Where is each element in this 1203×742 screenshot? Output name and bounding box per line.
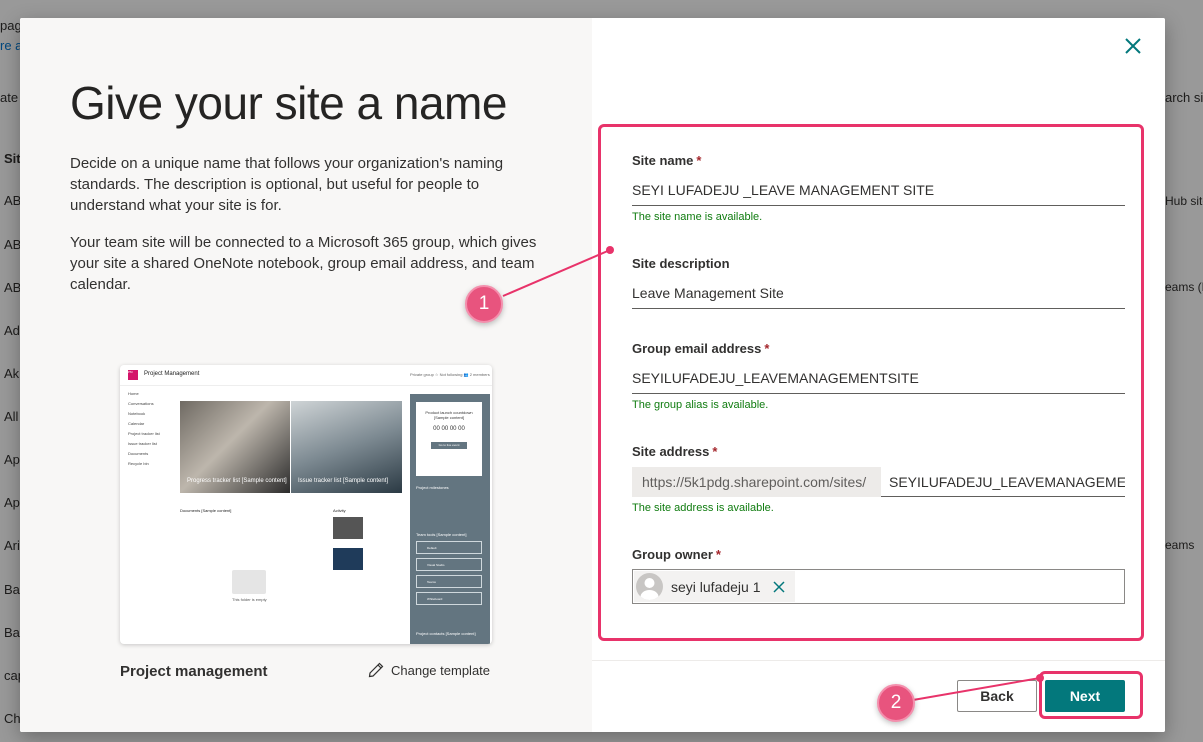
description-paragraph: Decide on a unique name that follows you… [70,155,504,214]
preview-team-tools: Team tools [Sample content] [416,532,467,537]
preview-nav-item: Project tracker list [128,431,160,436]
preview-hero-image-2: Issue tracker list [Sample content] [291,401,402,493]
preview-tool-item: Teams [416,575,482,588]
preview-countdown-button: Go to live event [431,442,467,449]
preview-countdown-digits: 00 00 00 00 [433,426,465,432]
preview-header-meta: Private group ☆ Not following 👥 2 member… [410,372,490,377]
template-name: Project management [120,663,268,680]
annotation-marker-1: 1 [465,285,503,323]
preview-sidebar: Product launch countdown [Sample content… [410,394,490,644]
dialog-left-panel: Give your site a name Decide on a unique… [20,18,592,732]
preview-logo: PM [128,370,138,380]
preview-nav: Home Conversations Notebook Calendar Pro… [128,389,160,469]
preview-contacts: Project contacts [Sample content] [416,631,476,636]
preview-nav-item: Documents [128,451,149,456]
preview-countdown-title: Product launch countdown [Sample content… [425,410,473,420]
preview-milestones: Project milestones [416,485,449,490]
footer-divider [592,660,1165,661]
preview-documents: Documents [Sample content] [180,508,232,513]
preview-empty-folder-text: This folder is empty [232,597,267,602]
preview-hero-image-1: Progress tracker list [Sample content] [180,401,290,493]
back-button[interactable]: Back [957,680,1037,712]
preview-empty-folder-icon [232,570,266,594]
change-template-button[interactable]: Change template [367,661,490,679]
preview-nav-item: Home [128,391,139,396]
dialog-title: Give your site a name [70,77,507,129]
preview-countdown-card: Product launch countdown [Sample content… [416,402,482,476]
template-preview: PM Project Management Private group ☆ No… [120,365,492,644]
preview-nav-item: Notebook [128,411,146,416]
preview-activity-thumb [333,517,363,539]
preview-nav-item: Recycle bin [128,461,149,466]
preview-activity-thumb [333,548,363,570]
preview-hero-caption: Progress tracker list [Sample content] [187,478,287,484]
preview-tool-item: Visual Studio [416,558,482,571]
preview-site-name: Project Management [144,371,200,377]
close-icon[interactable] [1122,35,1144,57]
preview-nav-item: Conversations [128,401,154,406]
preview-tool-item: Whiteboard [416,592,482,605]
annotation-form-highlight [598,124,1144,641]
change-template-label: Change template [391,662,491,678]
preview-header: PM Project Management Private group ☆ No… [120,365,492,386]
preview-nav-item: Issue tracker list [128,441,157,446]
preview-tool-item: Default [416,541,482,554]
pencil-icon [368,662,384,678]
annotation-next-highlight [1039,671,1143,719]
annotation-marker-2: 2 [877,684,915,722]
preview-hero-caption: Issue tracker list [Sample content] [298,478,389,484]
preview-activity: Activity [333,508,346,513]
preview-nav-item: Calendar [128,421,145,426]
